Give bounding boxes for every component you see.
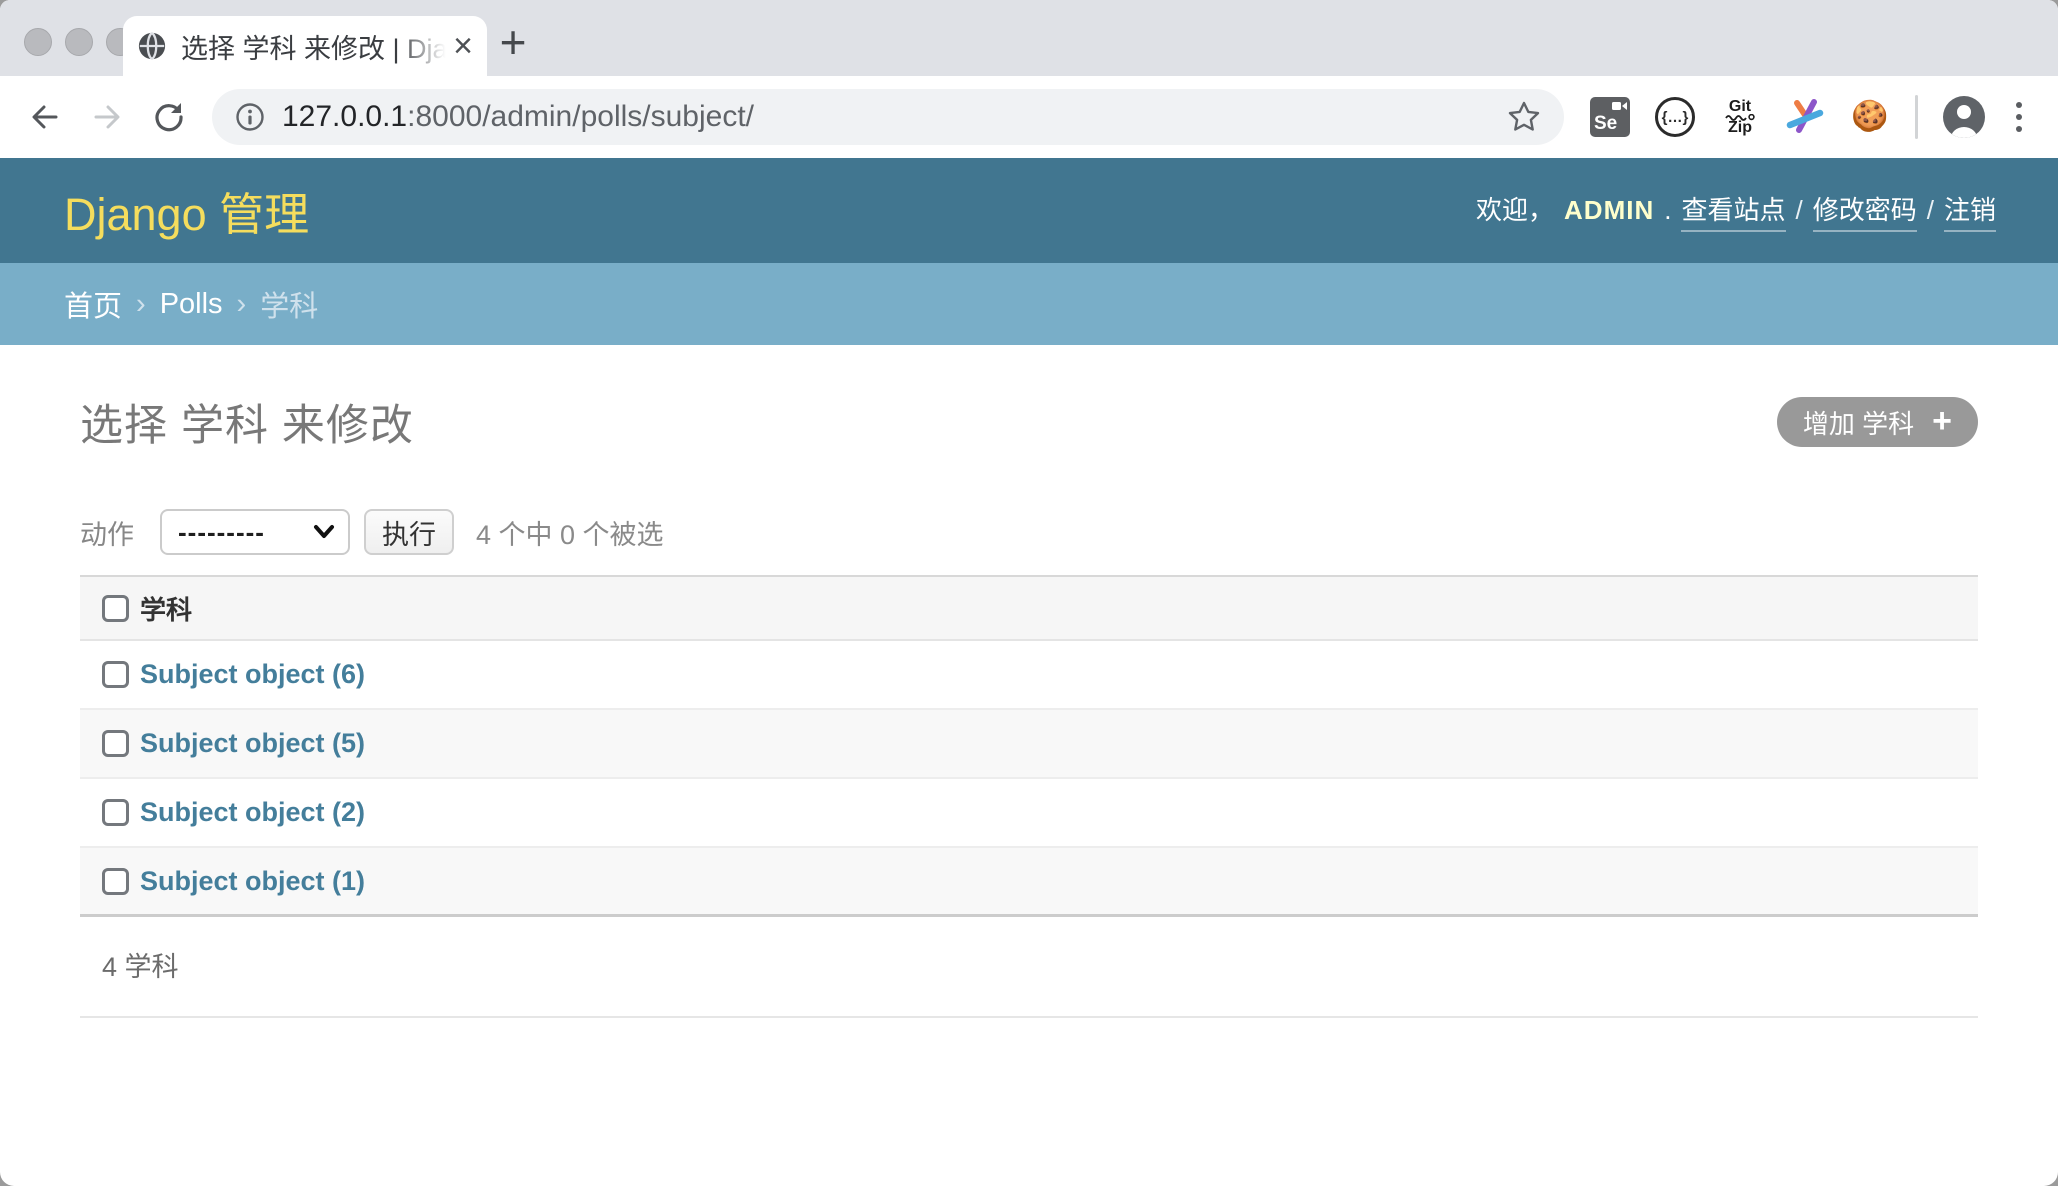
person-icon [1943,96,1985,138]
forward-arrow-icon [90,100,124,134]
braces-label: {…} [1655,97,1695,137]
breadcrumb-separator: › [136,288,146,321]
logout-link[interactable]: 注销 [1944,190,1996,232]
object-link[interactable]: Subject object (2) [140,797,365,828]
object-link[interactable]: Subject object (1) [140,866,365,897]
username-dot: . [1664,195,1671,226]
row-checkbox[interactable] [102,799,129,826]
action-label: 动作 [80,513,134,552]
result-list: 学科 Subject object (6) Subject object (5)… [80,575,1978,1018]
reload-icon [152,100,186,134]
column-header: 学科 [140,590,192,627]
select-all-checkbox[interactable] [102,595,129,622]
tab-close-icon[interactable]: × [453,29,473,63]
actions-bar: 动作 --------- 执行 4 个中 0 个被选 [80,509,1978,555]
browser-toolbar: 127.0.0.1:8000/admin/polls/subject/ Se {… [0,76,2058,158]
back-button[interactable] [26,98,64,136]
browser-menu-button[interactable] [2010,102,2028,132]
browser-window: 选择 学科 来修改 | Django 站点管理 × + [0,0,2058,1186]
tab-strip: 选择 学科 来修改 | Django 站点管理 × + [0,0,2058,76]
object-link[interactable]: Subject object (6) [140,659,365,690]
row-checkbox[interactable] [102,661,129,688]
window-minimize-button[interactable] [65,28,93,56]
gitzip-extension-icon[interactable]: Git Zip [1720,95,1760,139]
selenium-label: Se [1594,113,1617,135]
json-viewer-extension-icon[interactable]: {…} [1655,95,1695,139]
globe-favicon-icon [137,31,167,61]
selection-counter: 4 个中 0 个被选 [476,513,664,552]
camera-icon [1612,101,1627,111]
table-row: Subject object (2) [80,779,1978,848]
breadcrumb-separator: › [237,288,247,321]
change-password-link[interactable]: 修改密码 [1813,190,1917,232]
add-subject-label: 增加 学科 [1803,404,1914,441]
main-content: 选择 学科 来修改 增加 学科 + 动作 --------- 执行 4 个中 0… [0,391,2058,1018]
breadcrumb-home-link[interactable]: 首页 [64,283,122,325]
back-arrow-icon [28,100,62,134]
chevron-down-icon [312,524,336,540]
add-subject-button[interactable]: 增加 学科 + [1777,397,1978,447]
breadcrumb-app-link[interactable]: Polls [160,288,223,321]
cookie-extension-icon[interactable]: 🍪 [1850,95,1890,139]
result-count: 4 学科 [80,917,1978,1018]
window-controls [24,28,134,56]
url-bar[interactable]: 127.0.0.1:8000/admin/polls/subject/ [212,89,1564,145]
row-checkbox[interactable] [102,868,129,895]
table-row: Subject object (5) [80,710,1978,779]
selenium-extension-icon[interactable]: Se [1590,95,1630,139]
toolbar-divider [1915,95,1918,139]
table-row: Subject object (1) [80,848,1978,917]
action-select[interactable]: --------- [160,509,350,555]
profile-avatar[interactable] [1943,96,1985,138]
bookmark-star-icon[interactable] [1506,99,1542,135]
table-header-row: 学科 [80,577,1978,641]
extensions-area: Se {…} Git Zip [1590,95,2028,139]
row-checkbox[interactable] [102,730,129,757]
action-go-button[interactable]: 执行 [364,509,454,555]
admin-header: Django 管理 欢迎， ADMIN. 查看站点 / 修改密码 / 注销 [0,158,2058,263]
breadcrumb: 首页 › Polls › 学科 [0,263,2058,345]
browser-tab[interactable]: 选择 学科 来修改 | Django 站点管理 × [123,16,487,76]
user-tools: 欢迎， ADMIN. 查看站点 / 修改密码 / 注销 [1476,190,1996,232]
site-branding[interactable]: Django 管理 [64,178,309,243]
url-path: :8000/admin/polls/subject/ [407,100,754,133]
breadcrumb-current: 学科 [260,283,318,325]
plus-icon: + [1932,404,1952,438]
page-info-icon[interactable] [234,101,266,133]
url-host: 127.0.0.1 [282,100,407,133]
username: ADMIN [1564,195,1654,226]
asterisk-extension-icon[interactable] [1785,95,1825,139]
forward-button [88,98,126,136]
tab-title: 选择 学科 来修改 | Django 站点管理 [181,27,451,66]
window-close-button[interactable] [24,28,52,56]
gitzip-bottom-label: Zip [1728,121,1752,135]
object-link[interactable]: Subject object (5) [140,728,365,759]
view-site-link[interactable]: 查看站点 [1681,190,1785,232]
link-separator: / [1927,195,1934,226]
reload-button[interactable] [150,98,188,136]
url-text[interactable]: 127.0.0.1:8000/admin/polls/subject/ [282,100,754,134]
link-separator: / [1796,195,1803,226]
action-selected-option: --------- [178,517,265,548]
gitzip-top-label: Git [1729,100,1751,114]
table-row: Subject object (6) [80,641,1978,710]
welcome-text: 欢迎， [1476,190,1554,227]
new-tab-button[interactable]: + [487,16,539,68]
page-title: 选择 学科 来修改 [80,391,414,453]
